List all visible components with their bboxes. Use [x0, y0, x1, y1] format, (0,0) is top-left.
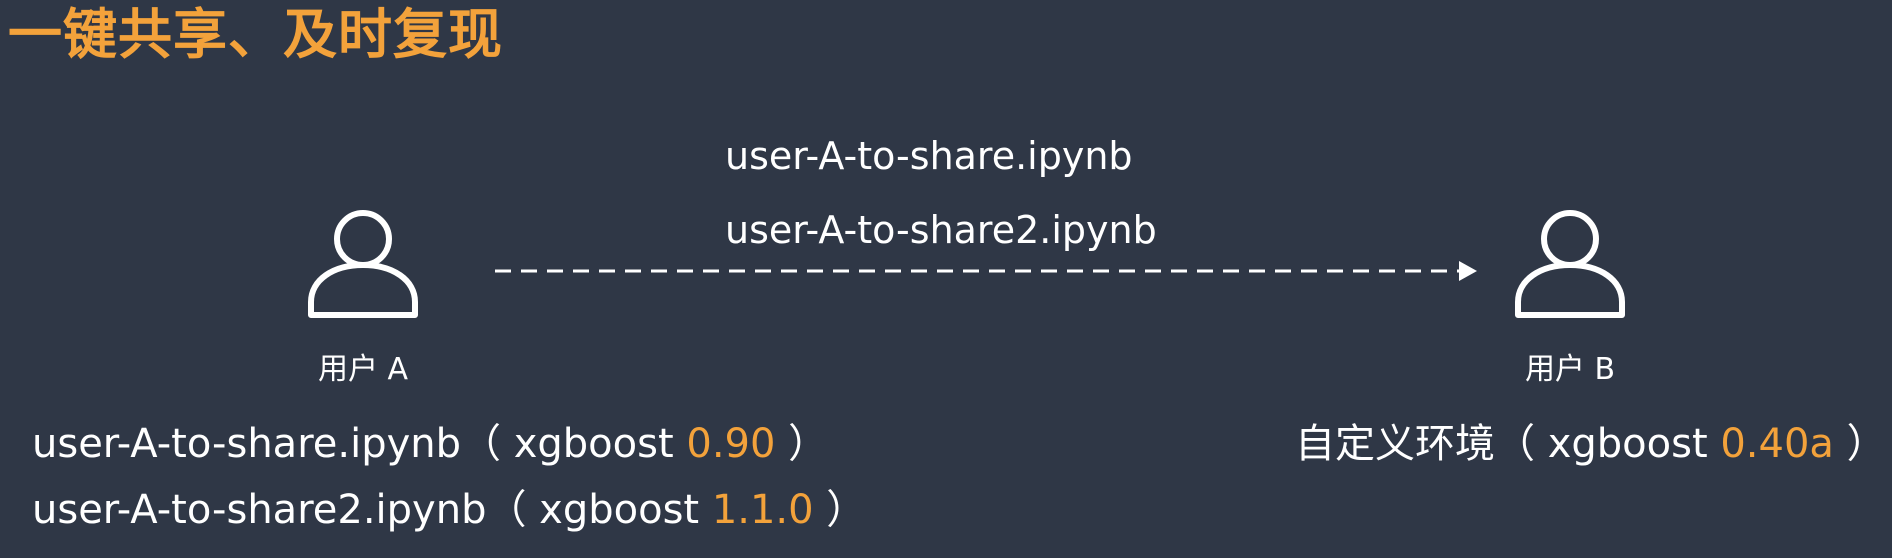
file-name: user-A-to-share.ipynb: [32, 421, 462, 467]
shared-file-2: user-A-to-share2.ipynb: [725, 208, 1157, 252]
user-a-file-line-2: user-A-to-share2.ipynb（ xgboost 1.1.0 ）: [32, 485, 866, 535]
slide-title: 一键共享、及时复现: [8, 3, 503, 66]
user-a-icon: [308, 210, 418, 318]
user-b-env-line: 自定义环境（ xgboost 0.40a ）: [1295, 419, 1887, 469]
dashed-arrow-right-icon: [495, 261, 1477, 281]
shared-file-1: user-A-to-share.ipynb: [725, 134, 1133, 178]
file-name: user-A-to-share2.ipynb: [32, 487, 487, 533]
paren-close: ）: [775, 421, 829, 467]
user-a-label: 用户 A: [317, 352, 409, 387]
paren-open: （ xgboost: [486, 487, 712, 533]
user-b-icon: [1515, 210, 1625, 318]
env-name: 自定义环境: [1295, 421, 1495, 467]
paren-open: （ xgboost: [461, 421, 687, 467]
version-badge: 0.90: [686, 421, 776, 467]
version-badge: 0.40a: [1720, 421, 1834, 467]
version-badge: 1.1.0: [711, 487, 814, 533]
user-b-label: 用户 B: [1524, 352, 1616, 387]
paren-close: ）: [813, 487, 867, 533]
paren-close: ）: [1833, 421, 1887, 467]
user-a-file-line-1: user-A-to-share.ipynb（ xgboost 0.90 ）: [32, 419, 828, 469]
paren-open: （ xgboost: [1495, 421, 1721, 467]
